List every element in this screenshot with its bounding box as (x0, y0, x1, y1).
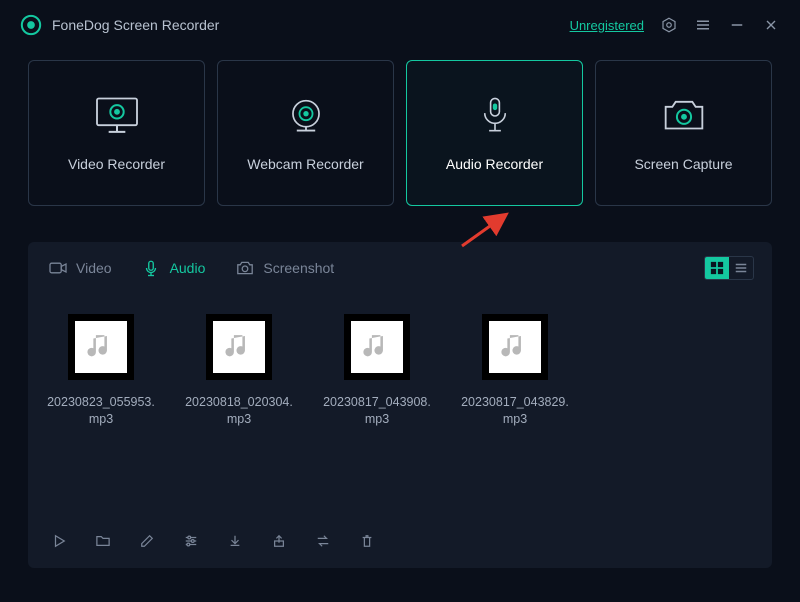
audio-thumbnail (482, 314, 548, 380)
close-icon[interactable] (762, 16, 780, 34)
mode-label: Video Recorder (68, 156, 165, 172)
list-item[interactable]: 20230817_043829.mp3 (460, 314, 570, 514)
tab-video[interactable]: Video (48, 259, 112, 277)
library-toolbar (28, 522, 772, 558)
list-item[interactable]: 20230817_043908.mp3 (322, 314, 432, 514)
play-icon[interactable] (50, 532, 68, 550)
mode-card-screen-capture[interactable]: Screen Capture (595, 60, 772, 206)
tab-screenshot[interactable]: Screenshot (235, 259, 334, 277)
minimize-icon[interactable] (728, 16, 746, 34)
library-tab-row: Video Audio Screenshot (28, 242, 772, 290)
tab-label: Video (76, 260, 112, 276)
list-item[interactable]: 20230823_055953.mp3 (46, 314, 156, 514)
file-name: 20230817_043829.mp3 (460, 394, 570, 428)
tab-audio[interactable]: Audio (142, 259, 206, 277)
camera-icon (659, 94, 709, 138)
tab-label: Screenshot (263, 260, 334, 276)
download-icon[interactable] (226, 532, 244, 550)
sliders-icon[interactable] (182, 532, 200, 550)
folder-icon[interactable] (94, 532, 112, 550)
music-note-icon (75, 321, 127, 373)
app-logo-icon (20, 14, 42, 36)
tab-label: Audio (170, 260, 206, 276)
grid-view-button[interactable] (705, 257, 729, 279)
list-item[interactable]: 20230818_020304.mp3 (184, 314, 294, 514)
monitor-icon (92, 94, 142, 138)
audio-thumbnail (68, 314, 134, 380)
edit-icon[interactable] (138, 532, 156, 550)
mode-card-row: Video Recorder Webcam Recorder Audio Rec (0, 46, 800, 206)
mode-card-video-recorder[interactable]: Video Recorder (28, 60, 205, 206)
mode-card-audio-recorder[interactable]: Audio Recorder (406, 60, 583, 206)
file-name: 20230817_043908.mp3 (322, 394, 432, 428)
microphone-icon (470, 94, 520, 138)
titlebar-actions: Unregistered (570, 16, 780, 34)
webcam-icon (281, 94, 331, 138)
mode-label: Screen Capture (634, 156, 732, 172)
audio-thumbnail (206, 314, 272, 380)
app-title: FoneDog Screen Recorder (52, 17, 219, 33)
unregistered-link[interactable]: Unregistered (570, 18, 644, 33)
trash-icon[interactable] (358, 532, 376, 550)
file-name: 20230823_055953.mp3 (46, 394, 156, 428)
microphone-icon (142, 259, 162, 277)
share-icon[interactable] (270, 532, 288, 550)
music-note-icon (213, 321, 265, 373)
list-view-button[interactable] (729, 257, 753, 279)
mode-label: Webcam Recorder (247, 156, 363, 172)
titlebar: FoneDog Screen Recorder Unregistered (0, 0, 800, 46)
menu-icon[interactable] (694, 16, 712, 34)
mode-label: Audio Recorder (446, 156, 543, 172)
camera-icon (235, 259, 255, 277)
brand: FoneDog Screen Recorder (20, 14, 219, 36)
music-note-icon (489, 321, 541, 373)
audio-thumbnail (344, 314, 410, 380)
settings-icon[interactable] (660, 16, 678, 34)
library-grid: 20230823_055953.mp3 20230818_020304.mp3 … (28, 290, 772, 522)
video-icon (48, 259, 68, 277)
convert-icon[interactable] (314, 532, 332, 550)
view-toggle (704, 256, 754, 280)
music-note-icon (351, 321, 403, 373)
file-name: 20230818_020304.mp3 (184, 394, 294, 428)
library-panel: Video Audio Screenshot (28, 242, 772, 568)
mode-card-webcam-recorder[interactable]: Webcam Recorder (217, 60, 394, 206)
